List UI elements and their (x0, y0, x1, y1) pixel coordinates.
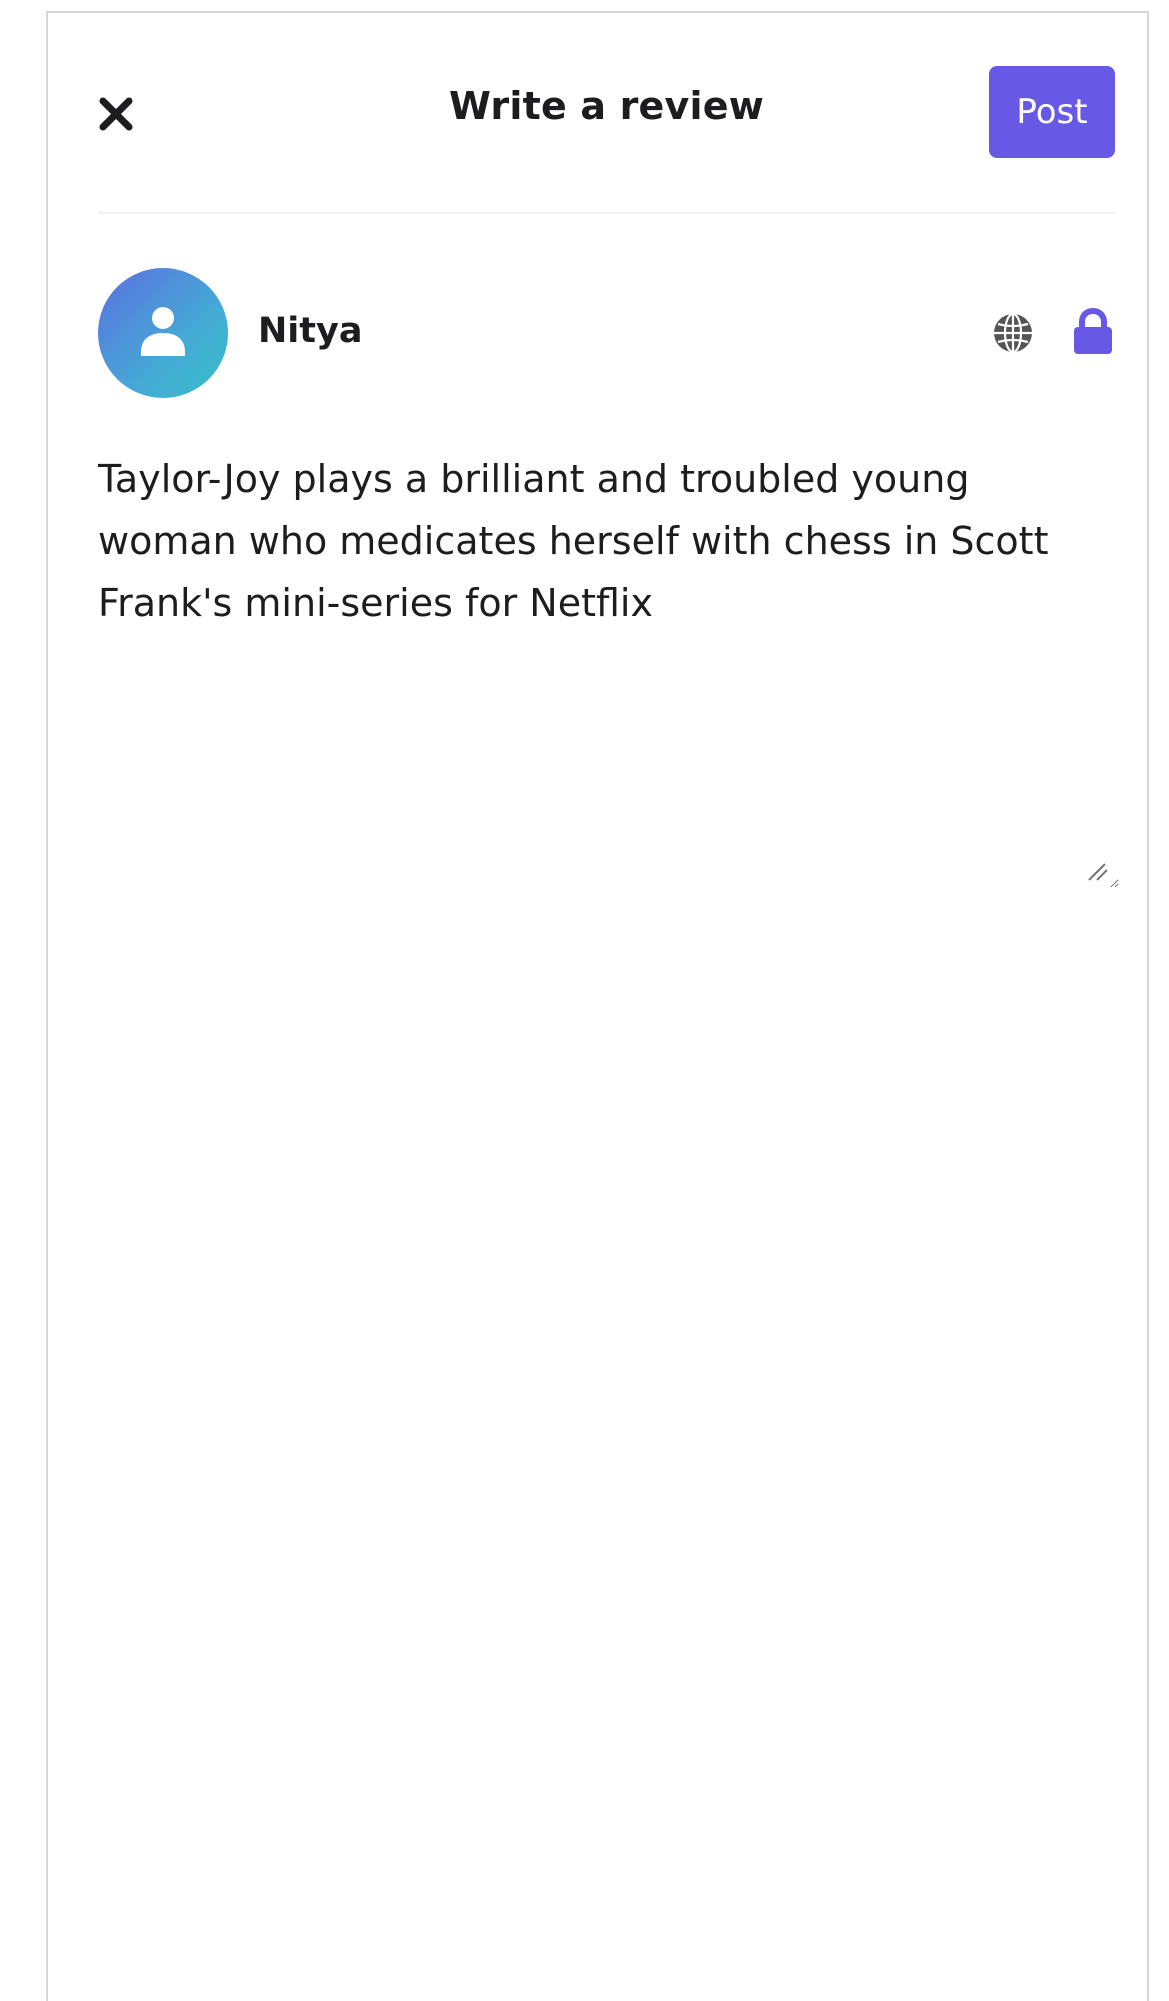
resize-handle-icon[interactable] (1087, 862, 1109, 882)
visibility-button[interactable] (991, 311, 1035, 355)
page-title: Write a review (448, 84, 765, 128)
globe-icon (994, 312, 1032, 354)
post-button[interactable]: Post (989, 66, 1115, 158)
dialog-header: Write a review Post (98, 64, 1115, 160)
author-name: Nitya (258, 311, 363, 351)
privacy-button[interactable] (1071, 307, 1115, 356)
lock-icon (1074, 307, 1112, 354)
avatar (98, 268, 228, 398)
review-text-input[interactable]: Taylor-Joy plays a brilliant and trouble… (98, 448, 1119, 888)
header-divider (98, 212, 1115, 214)
user-icon (141, 307, 185, 356)
author-row: Nitya (98, 268, 1115, 398)
